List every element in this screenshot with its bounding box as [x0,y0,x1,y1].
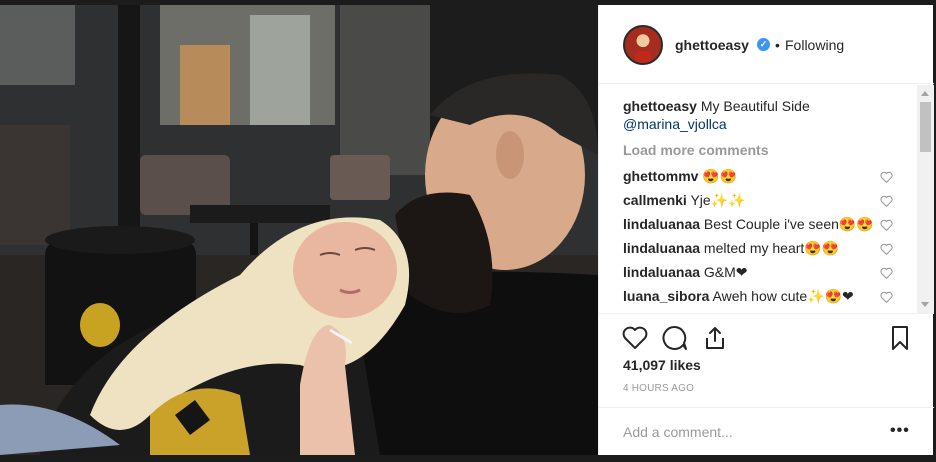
scroll-thumb[interactable] [920,102,931,152]
scroll-down-arrow-icon[interactable] [921,302,929,307]
comment-text: Aweh how cute✨😍❤ [712,288,854,304]
post-photo[interactable] [0,5,598,455]
verified-badge-icon: ✓ [757,38,770,51]
comment-item: ghettommv 😍😍 [623,167,893,185]
comment-username[interactable]: lindaluanaa [623,264,700,280]
post-actions: 41,097 likes 4 HOURS AGO [599,313,934,413]
comment-item: lindaluanaa G&M❤ [623,263,893,281]
heart-icon[interactable] [621,324,649,352]
comment-like-heart-icon[interactable] [880,243,893,255]
comment-username[interactable]: ghettommv [623,168,698,184]
more-options-icon[interactable]: ••• [890,422,910,440]
comment-item: luana_sibora Aweh how cute✨😍❤ [623,287,893,305]
comment-item: callmenki Yje✨✨ [623,191,893,209]
add-comment-bar: ••• [599,407,934,455]
post-timestamp[interactable]: 4 HOURS AGO [623,383,694,394]
comment-username[interactable]: lindaluanaa [623,216,700,232]
comment-text: 😍😍 [702,168,738,184]
scroll-up-arrow-icon[interactable] [921,91,929,96]
comment-text: Yje✨✨ [690,192,746,208]
likes-count[interactable]: 41,097 likes [623,357,701,373]
comment-text: melted my heart😍😍 [703,240,840,256]
comment-text: G&M❤ [703,264,748,280]
comment-text: Best Couple i've seen😍😍 [703,216,874,232]
post-header: ghettoeasy ✓ • Following [599,5,934,84]
comment-like-heart-icon[interactable] [880,195,893,207]
header-username[interactable]: ghettoeasy [675,37,749,53]
avatar[interactable] [623,25,663,65]
caption-mention-link[interactable]: @marina_vjollca [623,115,898,133]
post-caption: ghettoeasy My Beautiful Side @marina_vjo… [623,97,898,133]
load-more-comments-link[interactable]: Load more comments [623,142,768,158]
couple-photo-illustration [0,5,598,455]
comment-username[interactable]: lindaluanaa [623,240,700,256]
comment-like-heart-icon[interactable] [880,219,893,231]
comment-like-heart-icon[interactable] [880,171,893,183]
comment-username[interactable]: callmenki [623,192,687,208]
comment-item: lindaluanaa melted my heart😍😍 [623,239,893,257]
share-icon[interactable] [701,324,729,352]
comments-list[interactable]: ghettoeasy My Beautiful Side @marina_vjo… [599,85,934,313]
comment-like-heart-icon[interactable] [880,291,893,303]
caption-text: My Beautiful Side [700,98,810,114]
following-button[interactable]: Following [785,37,844,53]
bookmark-icon[interactable] [886,324,914,352]
add-comment-input[interactable] [623,421,873,443]
post-side-panel: ghettoeasy ✓ • Following ghettoeasy My B… [598,5,934,455]
comment-item: lindaluanaa Best Couple i've seen😍😍 [623,215,893,233]
separator-dot: • [775,37,780,53]
comment-like-heart-icon[interactable] [880,267,893,279]
post-modal: ghettoeasy ✓ • Following ghettoeasy My B… [0,0,936,462]
comment-username[interactable]: luana_sibora [623,288,709,304]
comment-bubble-icon[interactable] [661,324,689,352]
comments-scrollbar[interactable] [917,85,934,313]
caption-username[interactable]: ghettoeasy [623,98,697,114]
